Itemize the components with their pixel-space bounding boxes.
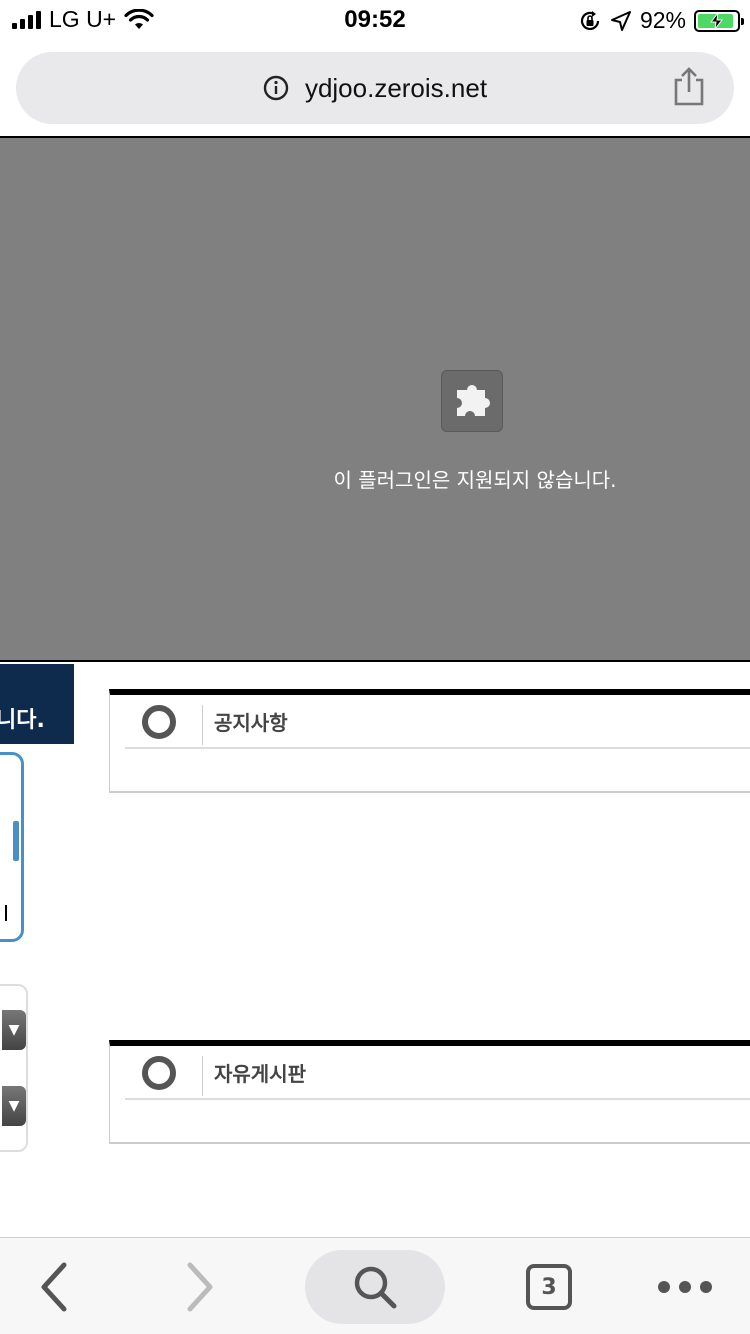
plugin-placeholder: 이 플러그인은 지원되지 않습니다. — [0, 136, 750, 662]
left-login-panel — [0, 752, 24, 942]
back-button[interactable] — [22, 1250, 86, 1324]
left-select-panel: ▼ ▼ — [0, 984, 28, 1152]
board-divider — [202, 705, 203, 745]
dropdown-arrow-icon[interactable]: ▼ — [2, 1010, 26, 1050]
more-button[interactable] — [650, 1250, 720, 1324]
left-panel-mark — [5, 905, 7, 921]
url-text[interactable]: ydjoo.zerois.net — [305, 73, 487, 104]
board-underline — [125, 1098, 750, 1100]
browser-toolbar: 3 — [0, 1237, 750, 1334]
left-banner-text: 니다. — [0, 708, 45, 733]
left-banner: 니다. — [0, 664, 74, 744]
battery-percent: 92% — [639, 7, 686, 33]
charging-bolt-icon — [709, 11, 724, 30]
info-icon[interactable] — [263, 75, 289, 101]
forward-button[interactable] — [168, 1250, 232, 1324]
orientation-lock-icon — [580, 10, 600, 30]
chevron-left-icon — [41, 1262, 67, 1312]
puzzle-icon — [441, 370, 503, 432]
left-panel-tab[interactable] — [13, 821, 19, 861]
free-board: 자유게시판 — [109, 1040, 750, 1144]
chevron-right-icon — [187, 1262, 213, 1312]
share-icon[interactable] — [672, 66, 706, 106]
location-icon — [610, 10, 631, 31]
notice-board: 공지사항 — [109, 689, 750, 793]
address-bar[interactable]: ydjoo.zerois.net — [16, 52, 734, 124]
status-bar: LG U+ 09:52 92% — [0, 0, 750, 40]
tabs-button[interactable]: 3 — [520, 1250, 578, 1324]
search-button[interactable] — [305, 1250, 445, 1324]
tab-count: 3 — [541, 1274, 557, 1300]
board-underline — [125, 747, 750, 749]
status-right: 92% — [578, 7, 744, 34]
search-icon — [354, 1266, 397, 1309]
ring-icon — [142, 705, 176, 739]
board-title[interactable]: 자유게시판 — [214, 1058, 306, 1087]
board-divider — [202, 1056, 203, 1096]
more-icon — [658, 1281, 712, 1293]
tabs-icon: 3 — [526, 1264, 572, 1310]
battery-charging-icon — [694, 9, 744, 32]
plugin-message: 이 플러그인은 지원되지 않습니다. — [333, 468, 617, 492]
ring-icon — [142, 1056, 176, 1090]
dropdown-arrow-icon[interactable]: ▼ — [2, 1086, 26, 1126]
board-title[interactable]: 공지사항 — [214, 707, 288, 736]
